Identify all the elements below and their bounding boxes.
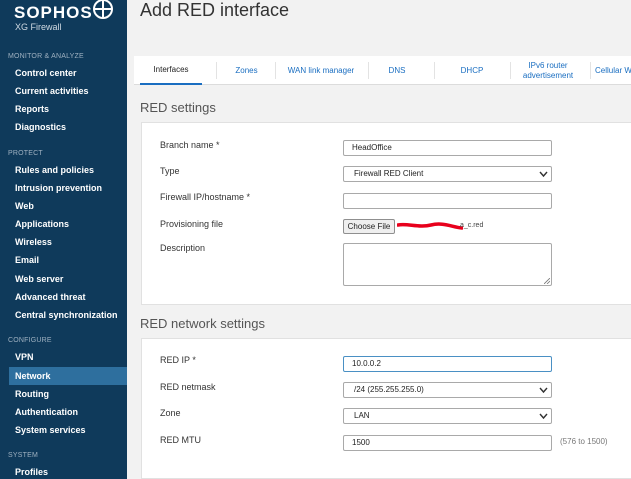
sidebar-item-current-activities[interactable]: Current activities (0, 82, 127, 100)
tab-zones[interactable]: Zones (219, 56, 274, 85)
red-netmask-value: /24 (255.255.255.0) (354, 385, 424, 394)
provisioning-file-label: Provisioning file (160, 219, 224, 229)
sidebar-item-routing[interactable]: Routing (0, 385, 127, 403)
sidebar-item-web[interactable]: Web (0, 197, 127, 215)
redaction-mark (397, 222, 463, 230)
type-select[interactable]: Firewall RED Client (343, 166, 552, 182)
sidebar-item-vpn[interactable]: VPN (0, 348, 127, 366)
page-title: Add RED interface (140, 0, 290, 20)
sophos-shield-icon (93, 0, 113, 19)
red-settings-title: RED settings (140, 100, 216, 115)
section-protect: PROTECT (8, 150, 43, 157)
red-network-title: RED network settings (140, 316, 265, 331)
tab-divider (510, 62, 511, 79)
type-label: Type (160, 166, 180, 176)
chevron-down-icon (539, 387, 548, 394)
sidebar-item-intrusion-prevention[interactable]: Intrusion prevention (0, 179, 127, 197)
sidebar-item-control-center[interactable]: Control center (0, 64, 127, 82)
tab-divider (590, 62, 591, 79)
sidebar-item-authentication[interactable]: Authentication (0, 403, 127, 421)
section-monitor-analyze: MONITOR & ANALYZE (8, 53, 84, 60)
tab-interfaces[interactable]: Interfaces (140, 56, 202, 85)
description-textarea[interactable] (343, 243, 552, 286)
provisioning-file-name: a_c.red (460, 222, 484, 229)
branch-name-input[interactable]: HeadOffice (343, 140, 552, 156)
zone-label: Zone (160, 408, 181, 418)
sidebar-item-wireless[interactable]: Wireless (0, 233, 127, 251)
choose-file-button[interactable]: Choose File (343, 219, 395, 234)
brand-name: SOPHOS (14, 3, 93, 22)
sidebar-item-central-sync[interactable]: Central synchronization (0, 306, 127, 324)
tab-ipv6-router-advertisement[interactable]: IPv6 router advertisement (515, 56, 581, 85)
sidebar-item-system-services[interactable]: System services (0, 421, 127, 439)
tab-bar: Interfaces Zones WAN link manager DNS DH… (134, 56, 631, 85)
chevron-down-icon (539, 171, 548, 178)
zone-value: LAN (354, 411, 370, 420)
tab-dns[interactable]: DNS (370, 56, 424, 85)
section-configure: CONFIGURE (8, 337, 52, 344)
red-mtu-label: RED MTU (160, 435, 201, 445)
red-mtu-input[interactable]: 1500 (343, 435, 552, 451)
tab-cellular-wan[interactable]: Cellular W (595, 56, 631, 85)
chevron-down-icon (539, 413, 548, 420)
type-select-value: Firewall RED Client (354, 169, 424, 178)
resize-handle-icon[interactable] (544, 278, 550, 284)
tab-wan-link-manager[interactable]: WAN link manager (277, 56, 365, 85)
red-ip-input[interactable]: 10.0.0.2 (343, 356, 552, 372)
logo: SOPHOS XG Firewall (0, 0, 127, 42)
red-ip-label: RED IP * (160, 355, 196, 365)
tab-dhcp[interactable]: DHCP (437, 56, 507, 85)
sidebar-item-advanced-threat[interactable]: Advanced threat (0, 288, 127, 306)
firewall-ip-label: Firewall IP/hostname * (160, 192, 251, 202)
sidebar-item-reports[interactable]: Reports (0, 100, 127, 118)
sidebar-item-profiles[interactable]: Profiles (0, 463, 127, 479)
red-netmask-select[interactable]: /24 (255.255.255.0) (343, 382, 552, 398)
sidebar-item-network[interactable]: Network (9, 367, 127, 385)
sidebar-item-diagnostics[interactable]: Diagnostics (0, 118, 127, 136)
red-netmask-label: RED netmask (160, 382, 216, 392)
sidebar-item-email[interactable]: Email (0, 251, 127, 269)
description-label: Description (160, 243, 206, 253)
tab-divider (275, 62, 276, 79)
sidebar-item-web-server[interactable]: Web server (0, 270, 127, 288)
product-name: XG Firewall (15, 22, 62, 32)
firewall-ip-input[interactable] (343, 193, 552, 209)
zone-select[interactable]: LAN (343, 408, 552, 424)
sidebar-item-applications[interactable]: Applications (0, 215, 127, 233)
branch-name-label: Branch name * (160, 140, 220, 150)
tab-divider (216, 62, 217, 79)
sidebar: SOPHOS XG Firewall MONITOR & ANALYZE Con… (0, 0, 127, 479)
red-mtu-hint: (576 to 1500) (560, 437, 608, 446)
section-system: SYSTEM (8, 452, 38, 459)
sidebar-item-rules-policies[interactable]: Rules and policies (0, 161, 127, 179)
tab-divider (434, 62, 435, 79)
tab-divider (368, 62, 369, 79)
